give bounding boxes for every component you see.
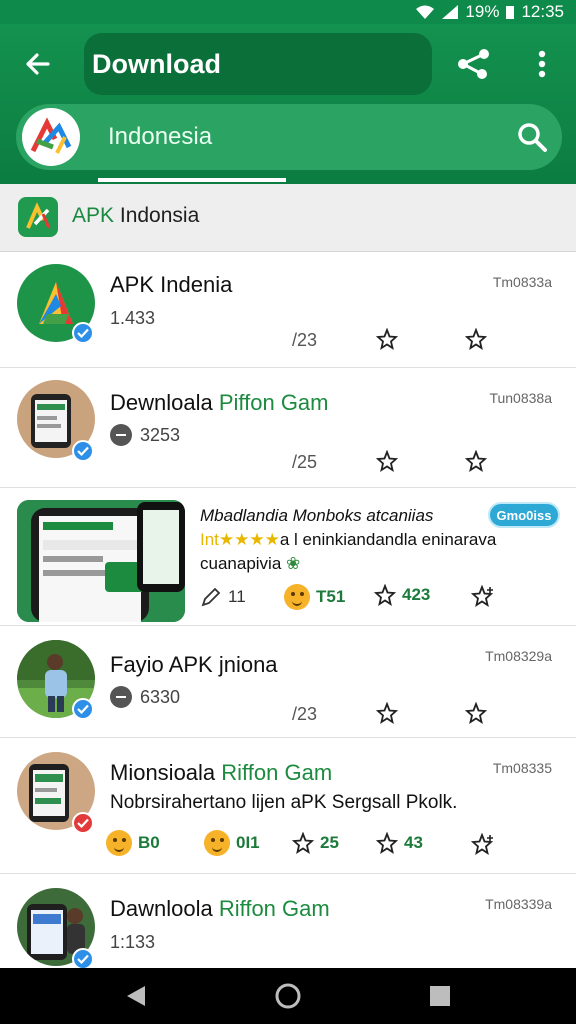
- share-icon: [458, 49, 489, 79]
- item-time: Tm0833a: [492, 274, 552, 290]
- item-time: Tm08335: [492, 760, 552, 776]
- item-title: Fayio APK jniona: [110, 652, 278, 677]
- star-button[interactable]: [461, 324, 491, 354]
- wifi-icon: [416, 5, 435, 19]
- promo-tag-button[interactable]: Gmo0iss: [488, 502, 560, 528]
- smile-emoji-icon: [204, 830, 230, 856]
- minus-circle-icon: [110, 686, 132, 708]
- add-star-button[interactable]: [468, 830, 498, 860]
- item-title: Mionsioala Riffon Gam: [110, 760, 333, 785]
- star-button[interactable]: [461, 446, 491, 476]
- pin-icon: [376, 450, 398, 472]
- pin-button[interactable]: [372, 698, 402, 728]
- verified-badge-icon: [72, 322, 94, 344]
- star-icon: [465, 450, 487, 472]
- smile-emoji-icon: [284, 584, 310, 610]
- pin-button[interactable]: [372, 324, 402, 354]
- status-bar: 19% 12:35: [0, 0, 576, 24]
- item-title: APK Indenia: [110, 272, 233, 297]
- reaction-emoji[interactable]: T51: [284, 584, 345, 610]
- item-title: Dewnloala Piffon Gam: [110, 390, 329, 415]
- item-description: Nobrsirahertano lijen aPK Sergsall Pkolk…: [110, 792, 458, 813]
- verified-badge-icon: [72, 812, 94, 834]
- search-icon[interactable]: [516, 121, 548, 153]
- item-time: Tun0838a: [489, 390, 552, 406]
- promo-subtitle: cuanapivia ❀: [200, 554, 301, 573]
- tab-indicator: [98, 178, 286, 182]
- triangle-back-icon: [127, 986, 145, 1006]
- star-icon: [376, 832, 398, 854]
- smile-emoji-icon: [106, 830, 132, 856]
- minus-circle-icon: [110, 424, 132, 446]
- item-count: /25: [292, 452, 318, 472]
- more-options-button[interactable]: [524, 42, 560, 86]
- verified-badge-icon: [72, 440, 94, 462]
- app-logo-icon: [22, 108, 80, 166]
- clock: 12:35: [521, 2, 564, 21]
- repost-button[interactable]: 11: [200, 586, 246, 608]
- leaf-icon: ❀: [286, 554, 301, 573]
- promo-image: [17, 500, 185, 622]
- signal-icon: [442, 5, 459, 19]
- item-count: /23: [292, 704, 318, 724]
- promo-title: Mbadlandia Monboks atcaniias: [200, 506, 434, 525]
- search-bar[interactable]: Indonesia: [16, 104, 562, 170]
- section-header[interactable]: APK Indonsia: [0, 184, 576, 252]
- item-time: Tm08339a: [485, 896, 552, 912]
- star-count-button[interactable]: 423: [374, 584, 430, 606]
- star-button[interactable]: [461, 698, 491, 728]
- item-time: Tm08329a: [485, 648, 552, 664]
- arrow-left-icon: [26, 53, 50, 75]
- share-button[interactable]: [452, 42, 496, 86]
- square-recents-icon: [430, 986, 450, 1006]
- edit-icon: [201, 587, 221, 607]
- list-item[interactable]: APK Indenia 1.433 Tm0833a /23: [0, 252, 576, 368]
- more-vert-icon: [538, 50, 546, 78]
- verified-badge-icon: [72, 698, 94, 720]
- battery-percent: 19%: [465, 2, 500, 21]
- reaction-emoji[interactable]: 0I1: [204, 830, 260, 856]
- star-add-icon: [471, 833, 494, 855]
- item-title: Dawnloola Riffon Gam: [110, 896, 330, 921]
- promo-rating: Int★★★★a l eninkiandandla eninarava: [200, 530, 497, 549]
- nav-recents-button[interactable]: [426, 982, 454, 1010]
- nav-home-button[interactable]: [274, 982, 302, 1010]
- item-meta: 6330: [110, 686, 180, 708]
- pin-count-button[interactable]: 25: [292, 832, 339, 854]
- section-title: APK Indonsia: [72, 204, 200, 227]
- page-title: Download: [84, 33, 432, 95]
- apk-logo-icon: [18, 197, 58, 237]
- item-meta: 1.433: [110, 308, 156, 328]
- star-add-icon: [471, 585, 494, 607]
- item-meta: 3253: [110, 424, 180, 446]
- list-item[interactable]: Dawnloola Riffon Gam 1:133 Tm08339a: [0, 874, 576, 968]
- reaction-emoji[interactable]: B0: [106, 830, 160, 856]
- pin-button[interactable]: [372, 446, 402, 476]
- add-star-button[interactable]: [468, 582, 498, 612]
- list-item[interactable]: Fayio APK jniona 6330 Tm08329a /23: [0, 626, 576, 738]
- list-item[interactable]: Mionsioala Riffon Gam Nobrsirahertano li…: [0, 738, 576, 874]
- item-count: /23: [292, 330, 318, 350]
- star-icon: [374, 584, 396, 606]
- star-count-button[interactable]: 43: [376, 832, 423, 854]
- back-button[interactable]: [18, 44, 58, 84]
- circle-home-icon: [275, 983, 301, 1009]
- search-input[interactable]: Indonesia: [108, 123, 212, 151]
- star-icon: [465, 328, 487, 350]
- nav-back-button[interactable]: [122, 982, 150, 1010]
- download-list: APK Indenia 1.433 Tm0833a /23 Dewnloala …: [0, 252, 576, 968]
- system-nav-bar: [0, 968, 576, 1024]
- item-meta: 1:133: [110, 932, 156, 952]
- pin-icon: [376, 702, 398, 724]
- verified-badge-icon: [72, 948, 94, 968]
- list-item[interactable]: Dewnloala Piffon Gam 3253 Tun0838a /25: [0, 368, 576, 488]
- pin-icon: [292, 832, 314, 854]
- pin-icon: [376, 328, 398, 350]
- app-bar: Download Indonesia: [0, 24, 576, 184]
- star-icon: [465, 702, 487, 724]
- battery-icon: [506, 6, 515, 19]
